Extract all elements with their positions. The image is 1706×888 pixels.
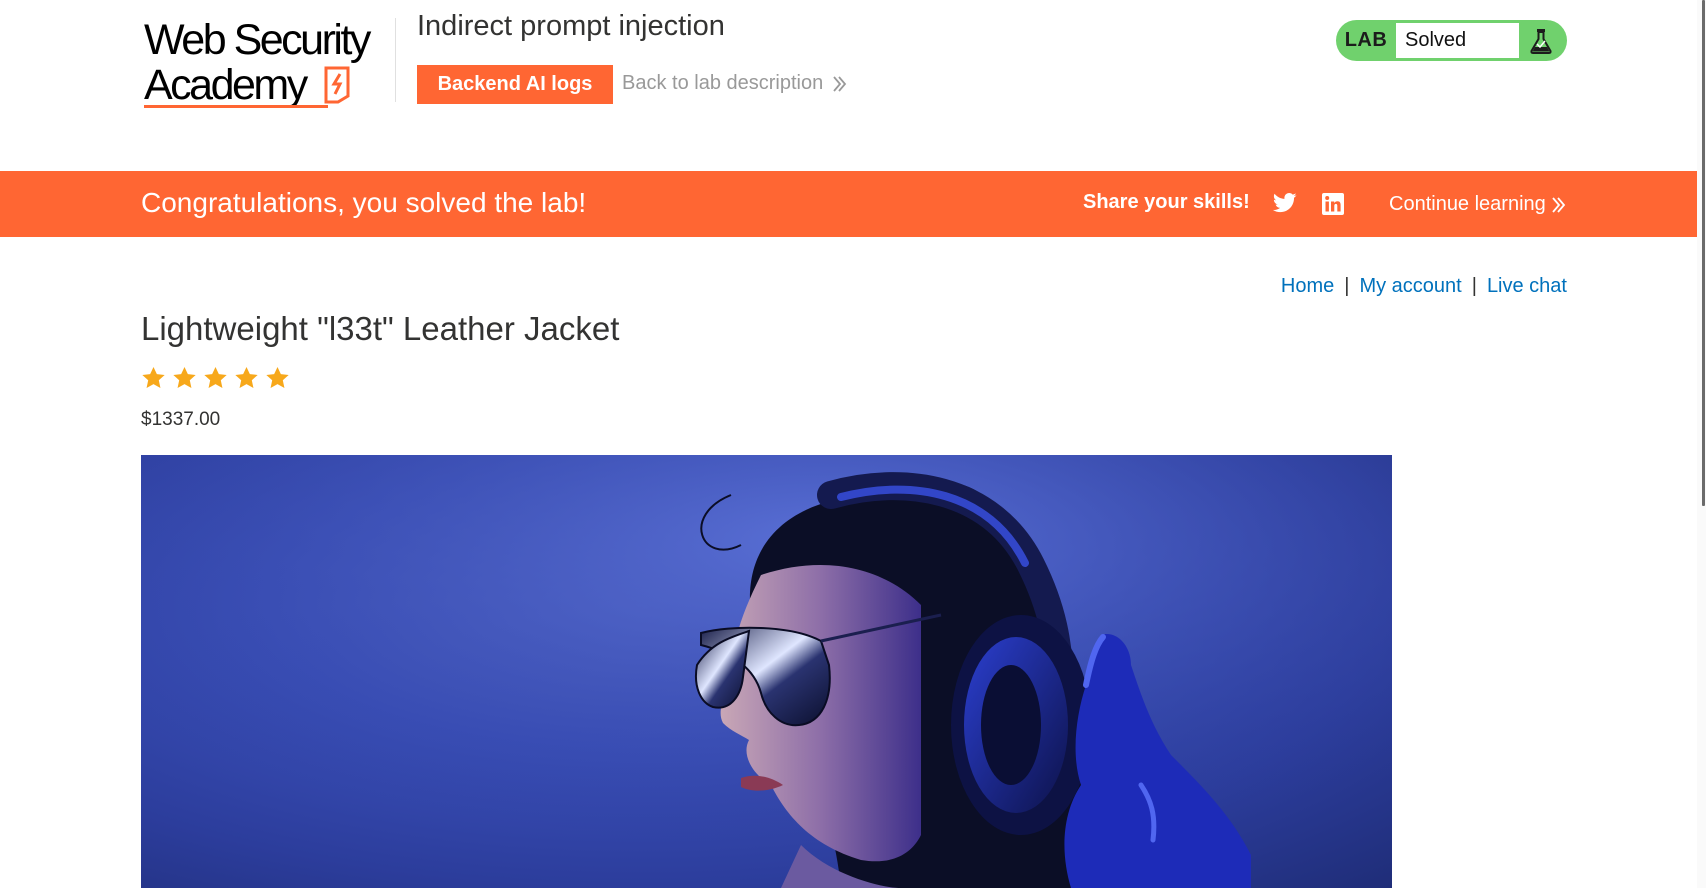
solved-banner: Congratulations, you solved the lab! Sha… [0,171,1706,237]
back-link-label: Back to lab description [622,72,824,94]
backend-ai-logs-button[interactable]: Backend AI logs [417,65,613,104]
logo-mark-icon [324,66,350,104]
product-rating [140,365,291,391]
product-price: $1337.00 [141,409,221,430]
star-icon [204,366,227,388]
logo-underline [144,105,328,108]
lab-title: Indirect prompt injection [417,10,725,42]
top-nav: Home | My account | Live chat [1281,275,1567,298]
header: Web Security Academy Indirect prompt inj… [0,0,1706,171]
star-icon [235,366,258,388]
back-to-lab-description-link[interactable]: Back to lab description [622,72,847,95]
page: Web Security Academy Indirect prompt inj… [0,0,1706,888]
product-photo-illustration [141,455,1392,888]
nav-separator: | [1344,275,1350,297]
twitter-icon[interactable] [1273,193,1297,213]
lab-badge: LAB [1344,29,1388,51]
lab-status-widget: LAB Solved [1336,20,1567,61]
nav-live-chat-link[interactable]: Live chat [1487,275,1567,297]
nav-my-account-link[interactable]: My account [1359,275,1461,297]
flask-icon [1530,29,1552,54]
star-icon [266,366,289,388]
nav-separator: | [1471,275,1477,297]
scrollbar-thumb[interactable] [1702,0,1705,506]
web-security-academy-logo[interactable]: Web Security Academy [142,14,398,110]
star-icon [142,366,165,388]
logo-line-2: Academy [144,61,308,109]
product-title: Lightweight "l33t" Leather Jacket [141,310,620,347]
congratulations-message: Congratulations, you solved the lab! [141,187,587,218]
double-chevron-right-icon [833,75,847,92]
linkedin-icon[interactable] [1322,193,1344,215]
continue-learning-label: Continue learning [1389,193,1546,215]
lab-status-text: Solved [1396,23,1519,58]
product-image [141,455,1392,888]
continue-learning-link[interactable]: Continue learning [1389,193,1566,216]
share-skills-label: Share your skills! [1083,191,1250,213]
double-chevron-right-icon [1552,196,1565,213]
header-divider [395,18,396,102]
star-icon [173,366,196,388]
nav-home-link[interactable]: Home [1281,275,1334,297]
logo-line-1: Web Security [144,16,371,64]
